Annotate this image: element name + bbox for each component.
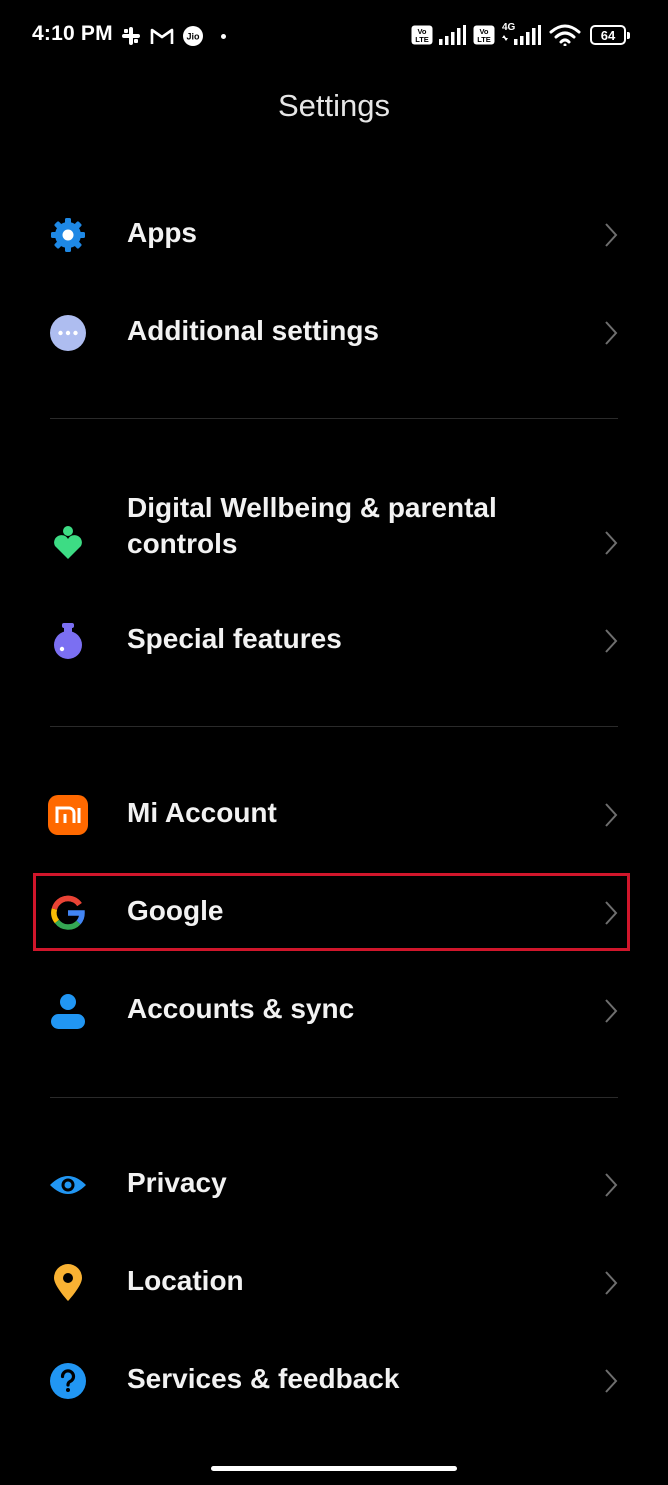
settings-item-label: Apps xyxy=(127,217,197,248)
wellbeing-heart-icon xyxy=(54,526,82,559)
settings-item-privacy[interactable]: Privacy xyxy=(0,1136,668,1234)
volte-icon: Vo LTE xyxy=(411,25,433,45)
notification-dot xyxy=(221,34,226,39)
person-icon xyxy=(51,994,85,1029)
volte-icon-2: Vo LTE xyxy=(473,25,495,45)
chevron-right-icon xyxy=(605,223,618,247)
settings-item-label: Digital Wellbeing & parental controls xyxy=(127,492,497,559)
settings-item-label: Special features xyxy=(127,623,342,654)
home-indicator[interactable] xyxy=(211,1466,457,1471)
highlight-box xyxy=(33,873,630,951)
svg-text:LTE: LTE xyxy=(415,35,429,44)
settings-item-apps[interactable]: Apps xyxy=(0,186,668,284)
chevron-right-icon xyxy=(605,1173,618,1197)
mi-logo-icon xyxy=(48,795,88,835)
more-dots-icon xyxy=(50,315,86,351)
battery-level: 64 xyxy=(600,27,616,43)
chevron-right-icon xyxy=(605,803,618,827)
settings-item-additional-settings[interactable]: Additional settings xyxy=(0,284,668,382)
chevron-right-icon xyxy=(605,999,618,1023)
signal-icon xyxy=(439,25,466,45)
svg-text:LTE: LTE xyxy=(477,35,491,44)
status-bar: 4:10 PM Jio Vo LTE Vo LTE 4G 64 xyxy=(0,0,668,72)
settings-item-label: Services & feedback xyxy=(127,1363,400,1394)
signal-icon-2 xyxy=(502,25,541,45)
chevron-right-icon xyxy=(605,1271,618,1295)
chevron-right-icon xyxy=(605,629,618,653)
settings-item-label: Additional settings xyxy=(127,315,379,346)
svg-text:Jio: Jio xyxy=(186,32,200,42)
battery-icon: 64 xyxy=(590,25,630,45)
settings-item-digital-wellbeing[interactable]: Digital Wellbeing & parental controls xyxy=(0,484,668,602)
chevron-right-icon xyxy=(605,531,618,555)
slack-icon xyxy=(122,27,140,45)
gmail-icon xyxy=(150,28,174,44)
page-title: Settings xyxy=(277,88,390,123)
settings-item-label: Location xyxy=(127,1265,244,1296)
settings-item-mi-account[interactable]: Mi Account xyxy=(0,766,668,864)
status-time: 4:10 PM xyxy=(32,22,113,45)
section-divider xyxy=(50,1097,618,1098)
chevron-right-icon xyxy=(605,1369,618,1393)
settings-item-label: Mi Account xyxy=(127,797,277,828)
eye-icon xyxy=(50,1176,86,1194)
settings-item-services-feedback[interactable]: Services & feedback xyxy=(0,1332,668,1430)
settings-item-accounts-sync[interactable]: Accounts & sync xyxy=(0,962,668,1060)
settings-item-location[interactable]: Location xyxy=(0,1234,668,1332)
settings-item-label: Privacy xyxy=(127,1167,227,1198)
jio-icon: Jio xyxy=(183,26,203,46)
gear-icon xyxy=(51,218,85,252)
help-question-icon xyxy=(50,1363,86,1399)
chevron-right-icon xyxy=(605,321,618,345)
section-divider xyxy=(50,418,618,419)
wifi-icon xyxy=(549,24,581,46)
settings-item-special-features[interactable]: Special features xyxy=(0,592,668,690)
potion-flask-icon xyxy=(54,623,82,659)
settings-item-label: Accounts & sync xyxy=(127,993,355,1024)
location-pin-icon xyxy=(54,1264,82,1301)
section-divider xyxy=(50,726,618,727)
